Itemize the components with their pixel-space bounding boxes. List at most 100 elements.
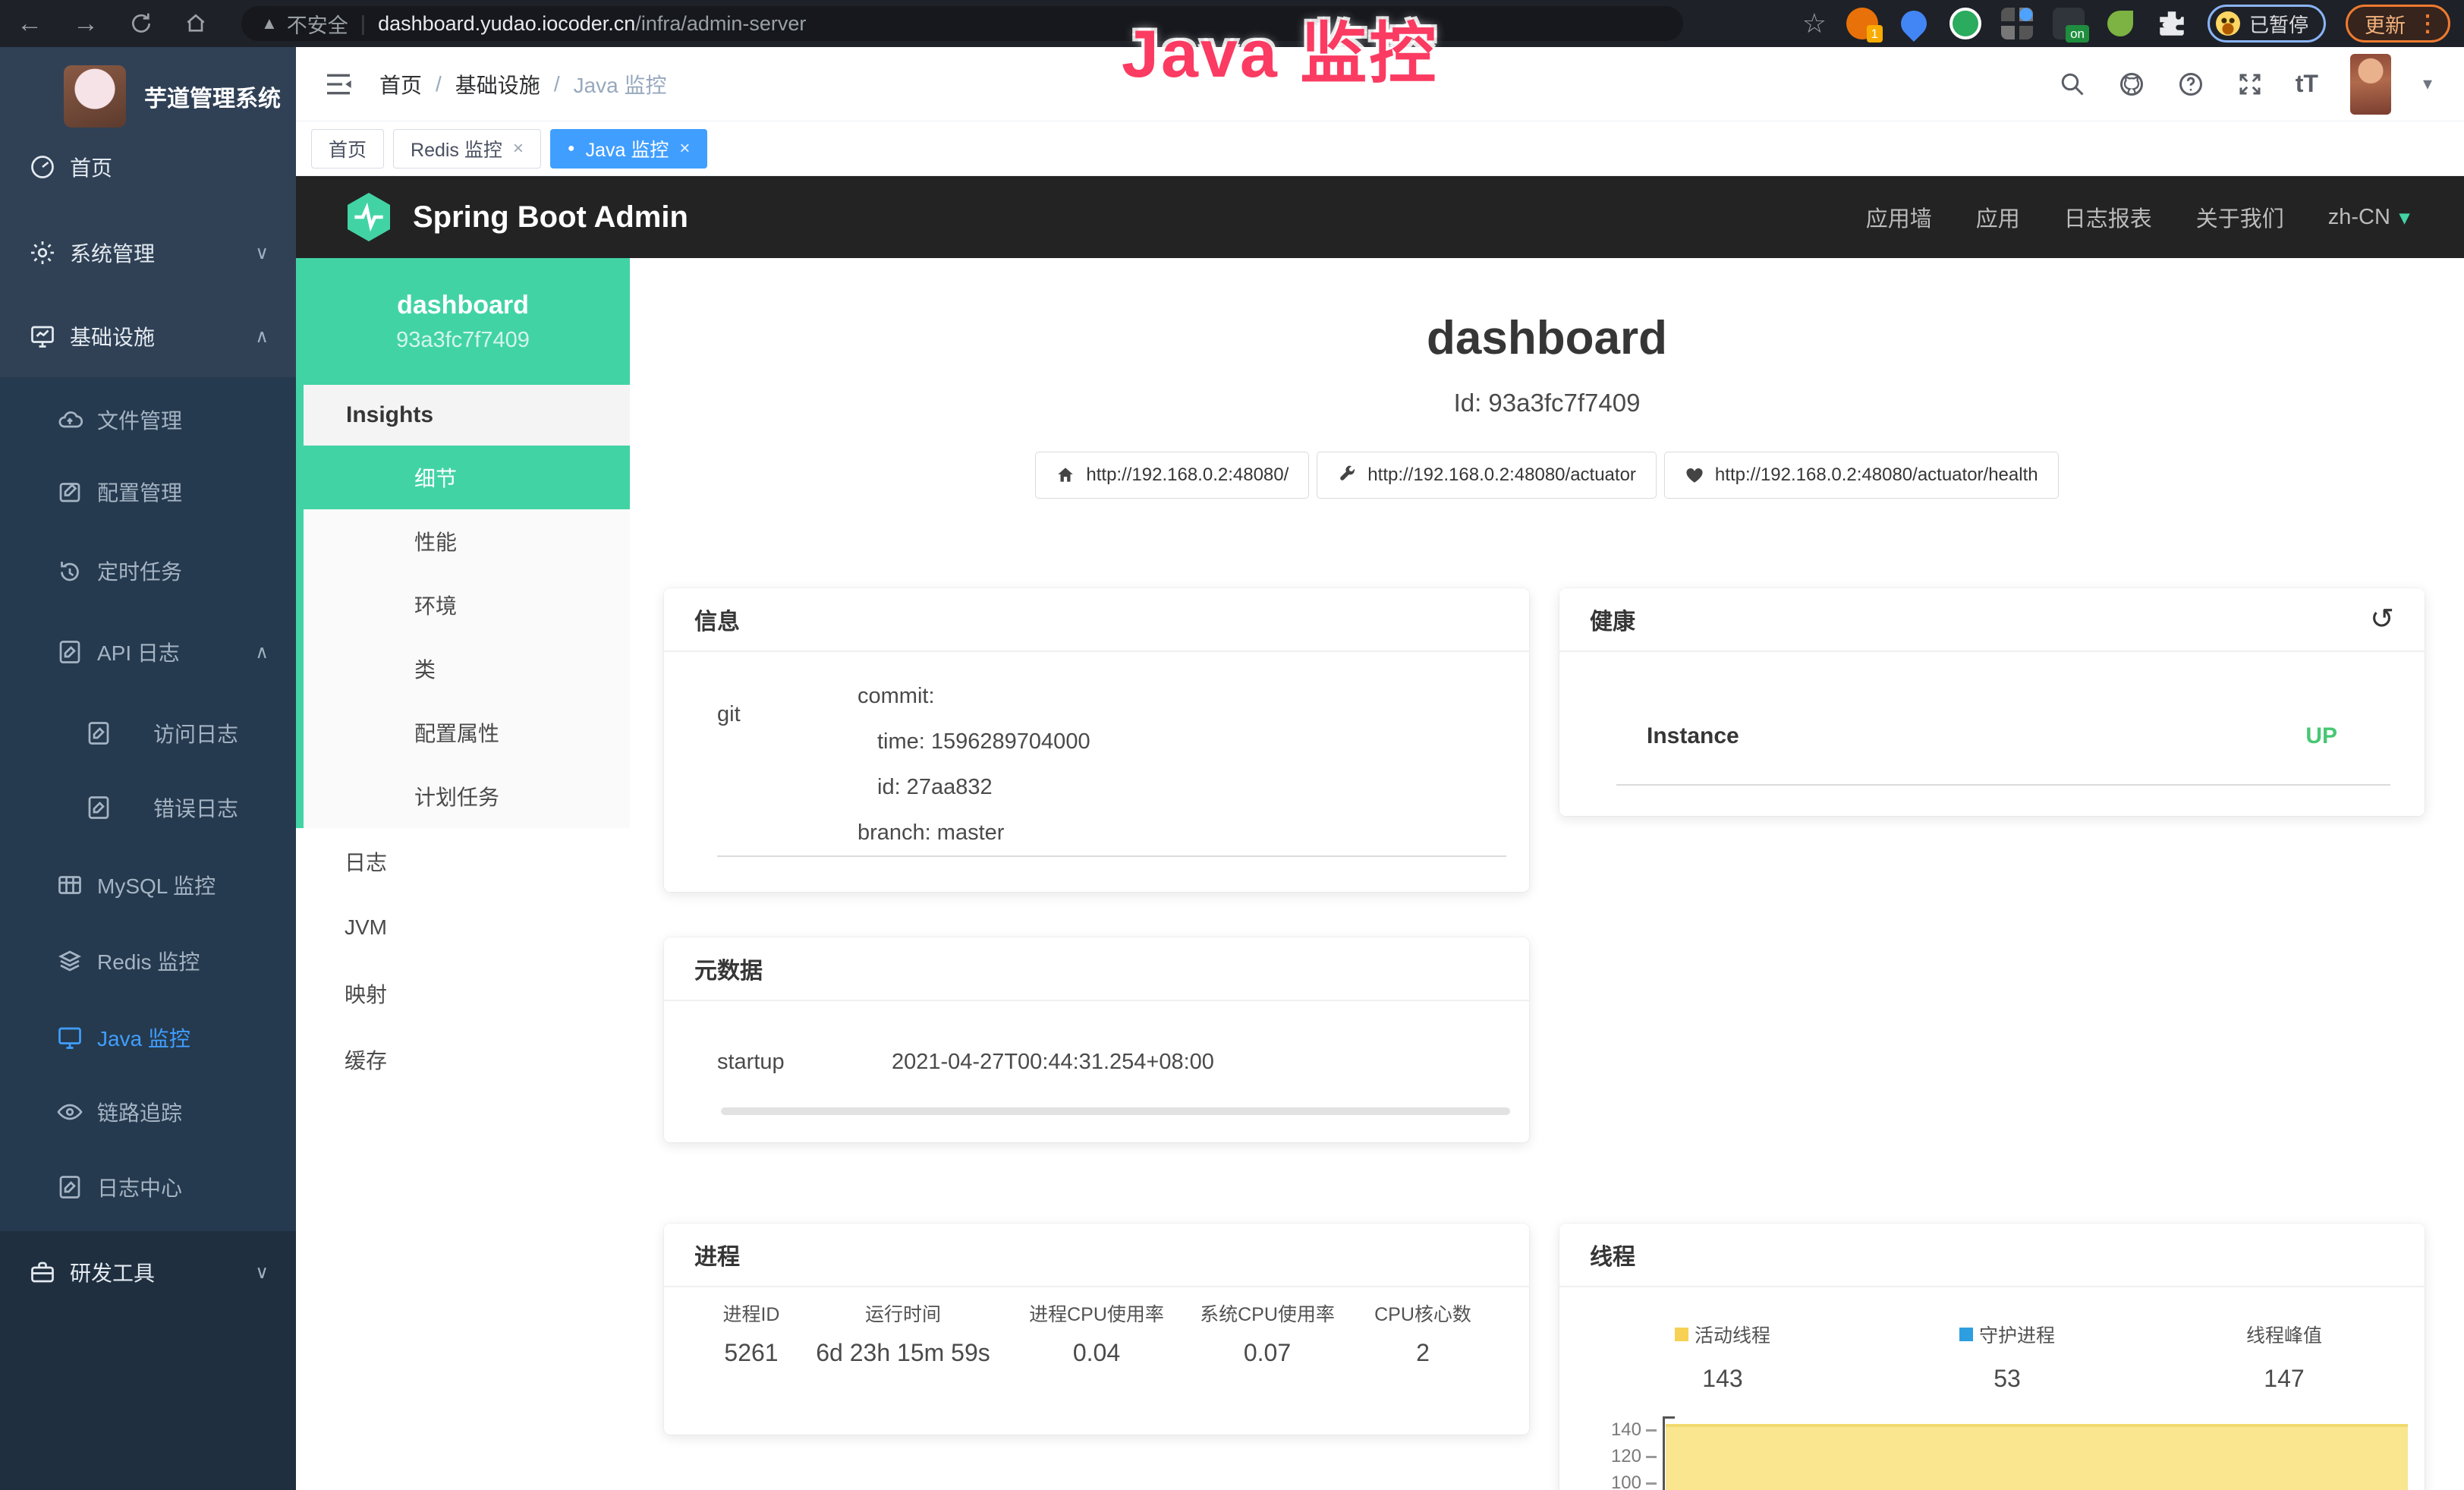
sidebar-item-access-logs[interactable]: 访问日志 (0, 695, 296, 771)
info-card-header: 信息 (664, 588, 1529, 652)
user-avatar[interactable] (2350, 54, 2391, 115)
sba-nav-journal[interactable]: 日志报表 (2064, 201, 2152, 233)
sba-item-classes[interactable]: 类 (304, 637, 630, 701)
tab-java-monitor[interactable]: ● Java 监控 × (550, 129, 707, 169)
sba-item-metrics[interactable]: 性能 (304, 509, 630, 573)
sba-item-environment[interactable]: 环境 (304, 573, 630, 637)
reload-icon[interactable] (129, 11, 153, 36)
info-line: time: 1596289704000 (858, 719, 1090, 764)
breadcrumb-home[interactable]: 首页 (379, 69, 422, 99)
green-extension-icon[interactable] (1949, 8, 1981, 39)
fullscreen-icon[interactable] (2236, 71, 2264, 98)
extensions-puzzle-icon[interactable] (2156, 8, 2188, 39)
github-icon[interactable] (2118, 71, 2145, 98)
sidebar-item-log-center[interactable]: 日志中心 (0, 1149, 296, 1225)
browser-menu-icon[interactable]: ⋮ (2416, 11, 2439, 37)
sidebar-item-api-logs[interactable]: API 日志 ∧ (0, 614, 296, 690)
sidebar-item-dev-tools[interactable]: 研发工具 ∨ (0, 1234, 296, 1310)
sba-nav-wallboard[interactable]: 应用墙 (1866, 201, 1932, 233)
sba-item-scheduled[interactable]: 计划任务 (304, 764, 630, 828)
instance-links: http://192.168.0.2:48080/ http://192.168… (630, 452, 2464, 499)
dashboard-icon (29, 153, 56, 181)
close-icon[interactable]: × (679, 138, 690, 159)
sba-nav-applications[interactable]: 应用 (1976, 201, 2020, 233)
header-actions: tT ▾ (2059, 54, 2464, 115)
y-tick-label: 140 (1597, 1419, 1641, 1441)
service-url-button[interactable]: http://192.168.0.2:48080/ (1035, 452, 1309, 499)
forward-icon[interactable]: → (73, 0, 99, 47)
tab-home[interactable]: 首页 (311, 129, 384, 169)
health-card-header: 健康 ↺ (1559, 588, 2425, 652)
tab-redis-monitor[interactable]: Redis 监控 × (393, 129, 541, 169)
extension-icon[interactable]: 1 (1846, 8, 1878, 39)
sba-item-jvm[interactable]: JVM (296, 894, 630, 960)
legend-peak-threads: 线程峰值 147 (2170, 1321, 2398, 1393)
leaf-extension-icon[interactable] (2107, 11, 2133, 36)
breadcrumb-separator: / (436, 72, 442, 96)
instance-id-label: Id: 93a3fc7f7409 (630, 389, 2464, 417)
search-icon[interactable] (2059, 71, 2086, 98)
avatar-caret-icon[interactable]: ▾ (2423, 73, 2432, 95)
health-url-button[interactable]: http://192.168.0.2:48080/actuator/health (1664, 452, 2059, 499)
sidebar-item-file-management[interactable]: 文件管理 (0, 382, 296, 458)
sidebar-item-home[interactable]: 首页 (0, 129, 296, 205)
breadcrumb-section[interactable]: 基础设施 (455, 69, 540, 99)
app-sidebar: 芋道管理系统 首页 系统管理 ∨ 基础设施 ∧ 文件管理 配置管理 定时任务 (0, 47, 296, 1490)
info-card-title: 信息 (694, 603, 740, 636)
extension-badge: 1 (1867, 25, 1883, 43)
metadata-card: 元数据 startup 2021-04-27T00:44:31.254+08:0… (664, 937, 1529, 1142)
log-document-icon (56, 638, 83, 666)
sba-section-items: 日志 JVM 映射 缓存 (296, 828, 630, 1092)
sidebar-item-infrastructure[interactable]: 基础设施 ∧ (0, 298, 296, 374)
process-header-system-cpu: 系统CPU使用率 (1172, 1299, 1362, 1327)
update-browser-button[interactable]: 更新 ⋮ (2346, 5, 2450, 43)
sidebar-item-config-management[interactable]: 配置管理 (0, 454, 296, 530)
actuator-url-button[interactable]: http://192.168.0.2:48080/actuator (1317, 452, 1657, 499)
sidebar-item-system[interactable]: 系统管理 ∨ (0, 215, 296, 291)
instance-header[interactable]: dashboard 93a3fc7f7409 (296, 258, 630, 385)
insights-group-label[interactable]: Insights (304, 385, 630, 446)
switch-extension-icon[interactable]: on (2053, 8, 2085, 39)
security-label: 不安全 (287, 9, 348, 39)
annotation-java-monitor: Java 监控 (1122, 0, 1438, 96)
schedule-icon (56, 557, 83, 584)
home-icon[interactable] (184, 11, 208, 36)
back-icon[interactable]: ← (17, 0, 42, 47)
sba-item-caches[interactable]: 缓存 (296, 1026, 630, 1092)
scrollbar-track[interactable] (721, 1107, 1510, 1115)
sba-locale-select[interactable]: zh-CN ▾ (2328, 205, 2409, 230)
threads-chart: 140 120 100 (1597, 1413, 2408, 1490)
profile-chip[interactable]: 已暂停 (2208, 5, 2326, 43)
legend-label: 守护进程 (1979, 1321, 2055, 1348)
info-line: commit: (858, 684, 935, 708)
sidebar-toggle-icon[interactable] (323, 69, 354, 99)
process-header-cpus: CPU核心数 (1355, 1299, 1491, 1327)
sba-item-config-props[interactable]: 配置属性 (304, 701, 630, 764)
threads-card: 线程 活动线程 143 守护进程 53 线程峰值 147 140 120 100 (1559, 1224, 2425, 1490)
address-bar[interactable]: ▲ 不安全 | dashboard.yudao.iocoder.cn/infra… (241, 6, 1683, 41)
bookmark-star-icon[interactable]: ☆ (1802, 8, 1827, 39)
history-icon[interactable]: ↺ (2370, 605, 2394, 634)
sidebar-item-scheduled-tasks[interactable]: 定时任务 (0, 533, 296, 609)
app-title: 芋道管理系统 (144, 80, 281, 113)
pin-extension-icon[interactable] (1896, 5, 1932, 42)
sidebar-item-tracing[interactable]: 链路追踪 (0, 1074, 296, 1150)
grid-extension-icon[interactable] (2001, 8, 2033, 39)
y-tick-label: 100 (1597, 1473, 1641, 1490)
sba-nav-about[interactable]: 关于我们 (2196, 201, 2284, 233)
legend-label: 活动线程 (1695, 1321, 1770, 1348)
sidebar-item-java-monitor[interactable]: Java 监控 (0, 1000, 296, 1076)
sidebar-item-error-logs[interactable]: 错误日志 (0, 770, 296, 846)
sidebar-item-redis-monitor[interactable]: Redis 监控 (0, 923, 296, 999)
sba-item-mappings[interactable]: 映射 (296, 960, 630, 1026)
help-icon[interactable] (2177, 71, 2204, 98)
sidebar-item-mysql-monitor[interactable]: MySQL 监控 (0, 847, 296, 923)
not-secure-warning-icon: ▲ (261, 14, 278, 33)
health-instance-label[interactable]: Instance (1647, 723, 1739, 749)
sba-brand[interactable]: Spring Boot Admin (345, 190, 688, 244)
active-dot-icon: ● (568, 142, 575, 156)
close-icon[interactable]: × (513, 138, 524, 159)
sba-item-logs[interactable]: 日志 (296, 828, 630, 894)
font-size-icon[interactable]: tT (2296, 70, 2318, 98)
sba-item-details[interactable]: 细节 (304, 446, 630, 509)
